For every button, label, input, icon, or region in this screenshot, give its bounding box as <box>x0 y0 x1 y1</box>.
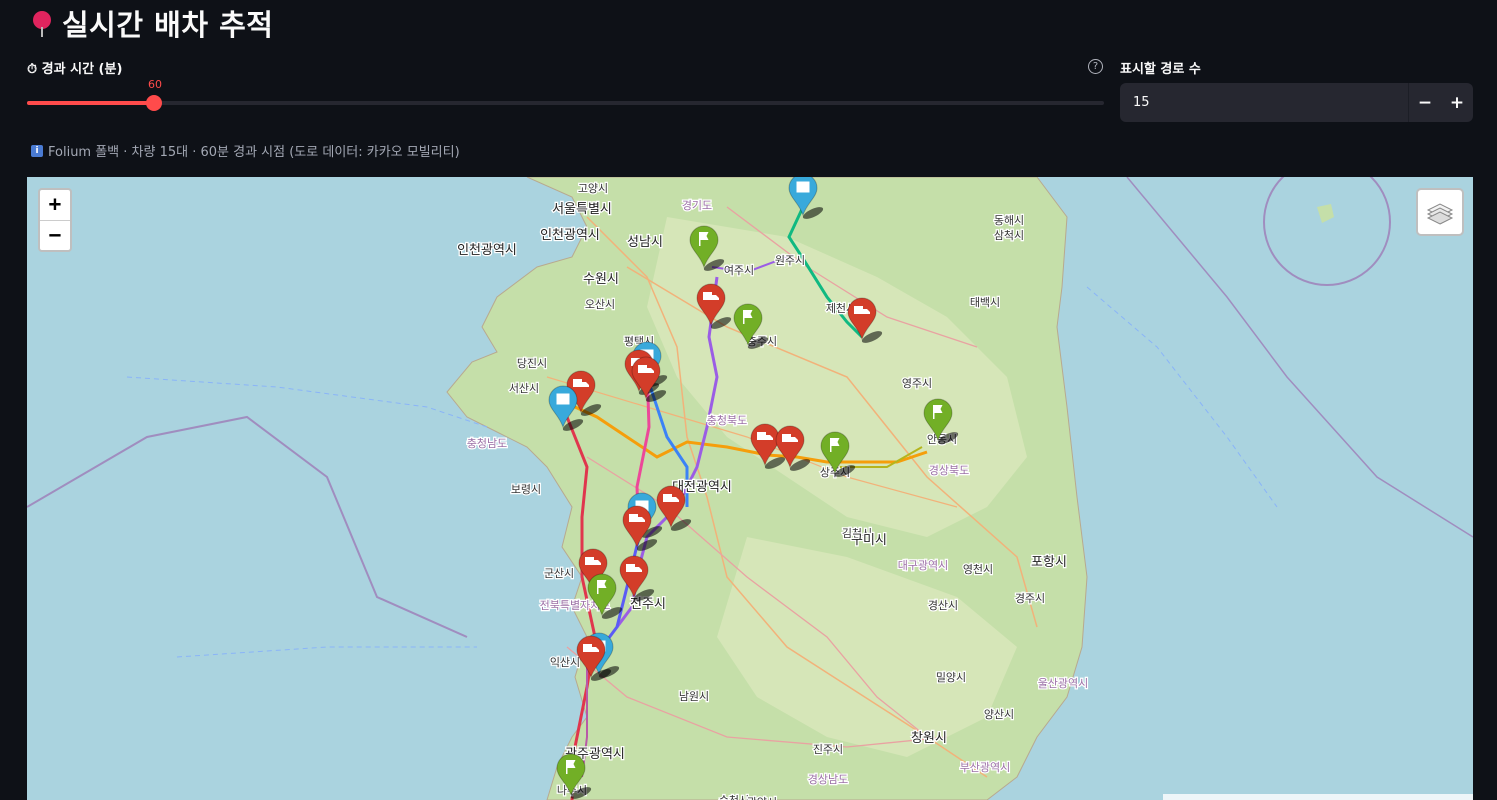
place-label: 수원시 <box>583 271 619 286</box>
place-label: 충청남도 <box>467 437 507 450</box>
box-icon <box>556 393 570 405</box>
route-count-value[interactable]: 15 <box>1120 95 1408 110</box>
place-label: 고양시 <box>578 182 608 195</box>
place-label: 경기도 <box>682 199 712 212</box>
layers-control[interactable] <box>1416 188 1464 236</box>
place-label: 인천광역시 <box>457 242 517 257</box>
page-header: 실시간 배차 추적 <box>32 2 273 44</box>
place-label: 경상북도 <box>929 464 969 477</box>
place-label: 구미시 <box>851 532 887 547</box>
place-label: 울산광역시 <box>1038 677 1089 690</box>
increment-button[interactable]: + <box>1441 83 1473 122</box>
place-label: 군산시 <box>544 567 574 580</box>
elapsed-time-slider[interactable] <box>27 95 1104 111</box>
place-label: 양산시 <box>984 708 1014 721</box>
slider-label-text: ⏱ 경과 시간 (분) <box>27 62 123 77</box>
info-text: Folium 폴백 · 차량 15대 · 60분 경과 시점 (도로 데이터: … <box>48 145 460 160</box>
decrement-button[interactable]: − <box>1409 83 1441 122</box>
island <box>1317 204 1334 223</box>
place-label: 순천시 <box>719 793 749 800</box>
map-attribution <box>1163 794 1473 800</box>
slider-thumb[interactable] <box>146 95 162 111</box>
place-label: 영주시 <box>902 377 932 390</box>
place-label: 광양시 <box>747 796 777 800</box>
boundary-line <box>126 376 488 428</box>
box-icon <box>796 181 810 193</box>
place-label: 남원시 <box>679 690 709 703</box>
route-count-input[interactable]: 15 − + <box>1120 83 1473 122</box>
place-label: 보령시 <box>511 483 541 496</box>
place-label: 영천시 <box>963 562 993 576</box>
page-title: 실시간 배차 추적 <box>62 8 274 42</box>
place-label: 여주시 <box>724 264 754 277</box>
place-label: 창원시 <box>911 730 947 745</box>
question-circle-icon[interactable]: ? <box>1088 59 1103 74</box>
place-label: 포항시 <box>1031 554 1067 569</box>
place-label: 경산시 <box>928 599 958 612</box>
slider-fill <box>27 101 154 105</box>
place-label: 밀양시 <box>936 671 966 684</box>
place-label: 익산시 <box>550 656 580 669</box>
boundary-line <box>176 646 477 658</box>
boundary-line <box>27 415 468 638</box>
place-label: 오산시 <box>585 298 615 311</box>
elapsed-time-label: ⏱ 경과 시간 (분) <box>27 58 122 77</box>
place-label: 원주시 <box>775 254 805 267</box>
route-map[interactable]: 고양시 서울특별시 경기도 인천광역시 성남시 인천광역시 수원시 여주시 원주시 동해시 삼척시 오… <box>27 177 1473 800</box>
place-label: 진주시 <box>813 743 843 756</box>
place-label: 서울특별시 <box>552 201 612 216</box>
layers-icon <box>1426 203 1454 225</box>
place-label: 성남시 <box>627 234 663 249</box>
map-canvas[interactable]: 고양시서울특별시 경기도인천광역시 성남시인천광역시수원시 여주시원주시동해시삼척시오… <box>27 177 1473 800</box>
place-label: 삼척시 <box>994 229 1024 242</box>
info-icon: i <box>31 144 43 157</box>
zoom-control: + − <box>38 188 72 252</box>
place-label: 대구광역시 <box>898 559 949 572</box>
place-label: 경상남도 <box>808 773 848 786</box>
zoom-out-button[interactable]: − <box>40 221 70 251</box>
place-label: 충청북도 <box>707 414 747 427</box>
place-label: 당진시 <box>517 357 547 370</box>
zoom-in-button[interactable]: + <box>40 190 70 221</box>
place-label: 부산광역시 <box>960 761 1011 774</box>
boundary-line <box>1086 286 1278 508</box>
place-label: 인천광역시 <box>540 227 600 242</box>
info-caption: i Folium 폴백 · 차량 15대 · 60분 경과 시점 (도로 데이터… <box>31 141 460 160</box>
place-label: 경주시 <box>1015 592 1045 605</box>
place-label: 서산시 <box>509 382 539 395</box>
boundary-line <box>1263 177 1391 286</box>
place-label: 태백시 <box>970 296 1000 309</box>
slider-value: 60 <box>148 78 162 91</box>
route-count-label: 표시할 경로 수 <box>1120 62 1201 77</box>
place-label: 동해시 <box>994 213 1024 227</box>
pushpin-icon <box>32 7 52 39</box>
